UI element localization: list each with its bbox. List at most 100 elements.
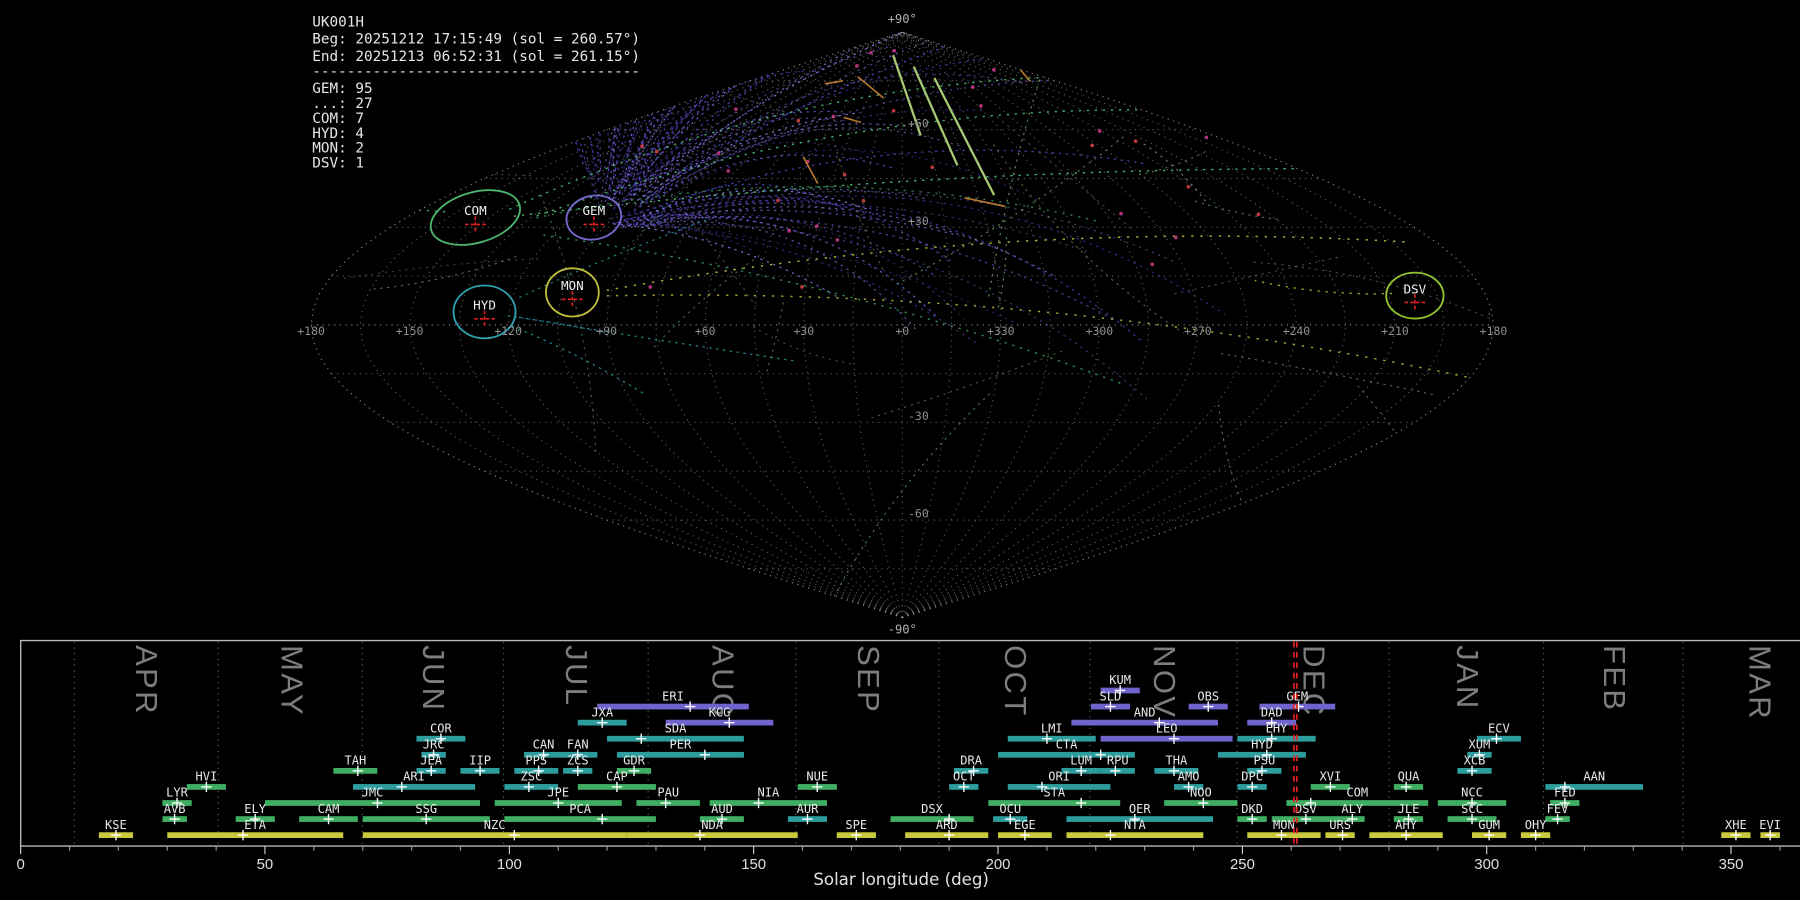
shower-label: XVI [1319, 770, 1341, 784]
shower-bars: KUMERISLDOBSGEMJXAKCGANDDADCORSDALMILEOE… [98, 673, 1781, 841]
shower-hvi: HVI [186, 770, 226, 793]
shower-activity-bar [1071, 719, 1218, 726]
shower-oct: OCT [949, 770, 979, 793]
lon-tick-label: +300 [1086, 324, 1114, 338]
shower-label: SPE [845, 818, 867, 832]
shower-label: JEA [420, 754, 443, 768]
shower-label: JPE [547, 786, 569, 800]
shower-label: MON [1273, 818, 1295, 832]
lat-tick-label: -30 [908, 409, 929, 423]
radiant-count-dsv: DSV: 1 [312, 156, 364, 172]
radiant-label-gem: GEM [582, 203, 605, 218]
shower-label: OCT [953, 770, 975, 784]
radiant-count-gem: GEM: 95 [312, 81, 372, 97]
shower-dsx: DSX [890, 802, 974, 825]
shower-label: AUR [797, 802, 820, 816]
shower-label: ELY [244, 802, 267, 816]
lat-tick-label: +30 [908, 214, 929, 228]
shower-ohy: OHY [1520, 818, 1551, 841]
shower-label: LEO [1156, 721, 1178, 735]
shower-label: XUM [1468, 737, 1490, 751]
x-tick-label-300: 300 [1474, 856, 1499, 873]
x-tick-label-150: 150 [741, 856, 766, 873]
shower-label: SSG [415, 802, 437, 816]
shower-label: AMO [1178, 770, 1200, 784]
shower-dpc: DPC [1237, 770, 1267, 793]
shower-label: NOO [1190, 786, 1212, 800]
shower-label: OCU [999, 802, 1021, 816]
radiant-label-dsv: DSV [1403, 281, 1426, 296]
shower-label: SCC [1461, 802, 1483, 816]
lon-tick-label: +150 [396, 324, 424, 338]
shower-activity-bar [1100, 735, 1233, 742]
x-tick-label-100: 100 [497, 856, 522, 873]
shower-label: JRC [423, 737, 445, 751]
lon-tick-label: +60 [695, 324, 716, 338]
shower-label: NZC [484, 818, 506, 832]
activity-timeline: APR MAY JUN JUL AUG SEP OCT NOV DEC JAN FEB MAR KUM… [17, 639, 1800, 889]
shower-label: LYR [166, 786, 189, 800]
lon-tick-label: +270 [1184, 324, 1212, 338]
month-label-apr: APR [129, 645, 164, 716]
x-tick-label-200: 200 [986, 856, 1011, 873]
radiant-count-com: COM: 7 [312, 111, 364, 127]
shower-label: PAU [657, 786, 679, 800]
session-end: End: 20251213 06:52:31 (sol = 261.15°) [312, 49, 640, 65]
shower-xvi: XVI [1310, 770, 1350, 793]
shower-label: DSX [921, 802, 944, 816]
pole-label-north: +90° [888, 12, 917, 26]
shower-activity-bar [504, 816, 656, 822]
shower-label: URS [1329, 818, 1351, 832]
shower-label: FEV [1547, 802, 1569, 816]
shower-activity-bar [1066, 832, 1204, 839]
x-tick-label-0: 0 [17, 856, 25, 873]
radiant-count-hyd: HYD: 4 [312, 126, 364, 142]
x-axis-title: Solar longitude (deg) [813, 870, 989, 889]
shower-label: PCA [569, 802, 592, 816]
shower-ahy: AHY [1369, 818, 1443, 841]
shower-label: KCG [709, 705, 731, 719]
shower-label: ARD [936, 818, 958, 832]
shower-label: RPU [1107, 754, 1129, 768]
shower-zcs: ZCS [563, 754, 593, 777]
shower-label: JMC [362, 786, 384, 800]
shower-label: CTA [1056, 737, 1079, 751]
lon-tick-label: +210 [1381, 324, 1409, 338]
shower-iip: IIP [460, 754, 500, 777]
session-begin: Beg: 20251212 17:15:49 (sol = 260.57°) [312, 32, 640, 48]
shower-label: DKD [1241, 802, 1263, 816]
shower-label: LUM [1070, 754, 1092, 768]
lon-tick-label: +180 [1480, 324, 1508, 338]
shower-label: SLD [1100, 689, 1122, 703]
shower-label: CAM [318, 802, 340, 816]
shower-spe: SPE [836, 818, 876, 841]
lat-tick-label: -60 [908, 507, 929, 521]
stats-block: UK001H Beg: 20251212 17:15:49 (sol = 260… [312, 14, 640, 171]
shower-label: ALY [1341, 802, 1364, 816]
month-label-jul: JUL [559, 645, 594, 707]
shower-label: ARI [403, 770, 425, 784]
shower-label: HVI [196, 770, 218, 784]
lon-tick-label: +30 [793, 324, 814, 338]
x-tick-label-50: 50 [257, 856, 274, 873]
shower-activity-bar [626, 832, 798, 839]
radiant-label-com: COM [464, 203, 487, 218]
shower-label: EGE [1014, 818, 1036, 832]
shower-label: CAP [606, 770, 628, 784]
shower-label: STA [1043, 786, 1066, 800]
shower-activity-bar [167, 832, 344, 839]
shower-avb: AVB [162, 802, 187, 825]
shower-label: IIP [469, 754, 491, 768]
shower-label: TAH [345, 754, 367, 768]
month-label-may: MAY [274, 645, 309, 717]
x-tick-label-350: 350 [1719, 856, 1744, 873]
radiant-label-mon: MON [561, 278, 584, 293]
shower-label: JXA [591, 705, 614, 719]
shower-label: COR [430, 721, 453, 735]
shower-evi: EVI [1759, 818, 1781, 841]
shower-label: NCC [1461, 786, 1483, 800]
shower-label: JLE [1398, 802, 1420, 816]
shower-label: FAN [567, 737, 589, 751]
shower-label: THA [1166, 754, 1189, 768]
lon-tick-label: +180 [297, 324, 325, 338]
